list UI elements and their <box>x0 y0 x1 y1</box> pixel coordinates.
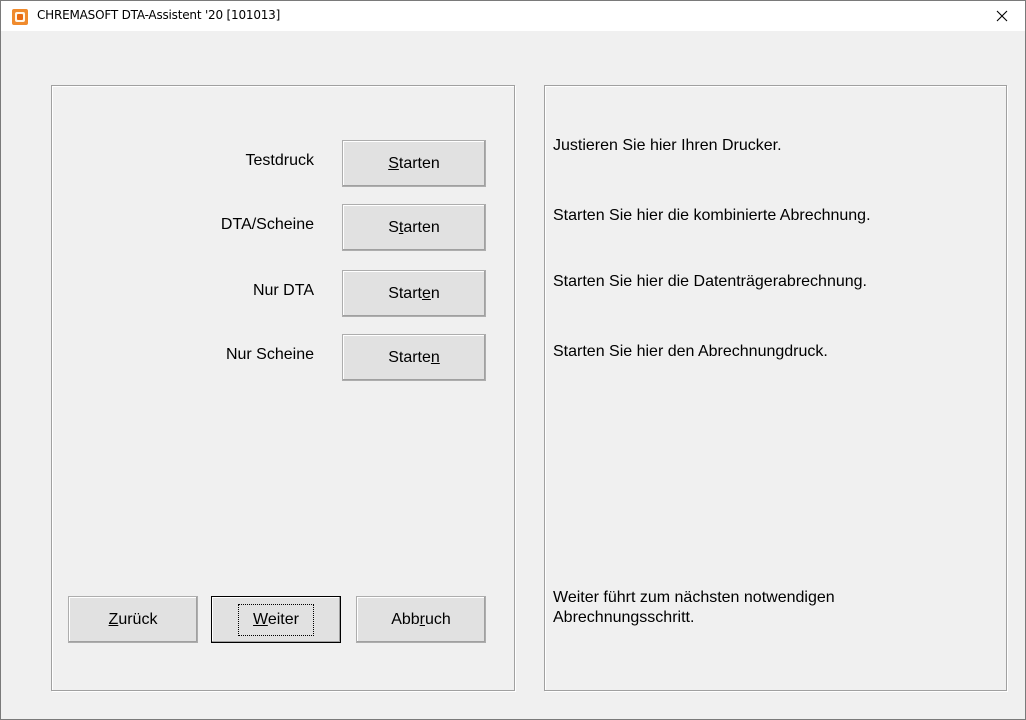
desc-next: Weiter führt zum nächsten notwendigen Ab… <box>553 588 835 628</box>
button-label-accesskey: e <box>421 284 431 302</box>
button-label: arten <box>403 218 440 236</box>
button-label-accesskey: n <box>430 348 440 366</box>
row-label-nur-dta: Nur DTA <box>252 282 314 299</box>
button-label: urück <box>118 610 158 628</box>
close-icon <box>996 10 1008 22</box>
description-panel: Justieren Sie hier Ihren Drucker. Starte… <box>544 85 1007 691</box>
button-label: n <box>430 284 440 302</box>
cancel-button[interactable]: Abb r uch <box>356 596 486 643</box>
start-dta-scheine-button[interactable]: St arten <box>342 204 486 251</box>
row-label-testdruck: Testdruck <box>245 152 314 169</box>
row-label-dta-scheine: DTA/Scheine <box>220 216 314 233</box>
button-label: S <box>388 218 399 236</box>
title-bar: CHREMASOFT DTA-Assistent '20 [101013] <box>1 1 1025 31</box>
window-title: CHREMASOFT DTA-Assistent '20 [101013] <box>37 8 281 22</box>
start-nur-dta-button[interactable]: Start e n <box>342 270 486 317</box>
row-label-nur-scheine: Nur Scheine <box>225 346 314 363</box>
button-label-accesskey: S <box>388 154 399 172</box>
button-label: eiter <box>267 610 299 628</box>
button-label-accesskey: Z <box>108 610 119 628</box>
start-nur-scheine-button[interactable]: Starte n <box>342 334 486 381</box>
app-icon <box>12 9 28 25</box>
desc-next-line1: Weiter führt zum nächsten notwendigen <box>553 589 835 606</box>
desc-dta-scheine: Starten Sie hier die kombinierte Abrechn… <box>553 207 871 224</box>
button-label: Starte <box>388 348 431 366</box>
desc-nur-dta: Starten Sie hier die Datenträgerabrechnu… <box>553 273 867 290</box>
actions-panel: Testdruck Starten DTA/Scheine St arten Nu… <box>51 85 515 691</box>
desc-nur-scheine: Starten Sie hier den Abrechnungdruck. <box>553 343 828 360</box>
button-label: Start <box>388 284 422 302</box>
desc-testdruck: Justieren Sie hier Ihren Drucker. <box>553 137 782 154</box>
back-button[interactable]: Zurück <box>68 596 198 643</box>
start-testdruck-button[interactable]: Starten <box>342 140 486 187</box>
dialog-window: CHREMASOFT DTA-Assistent '20 [101013] Te… <box>0 0 1026 720</box>
button-label: uch <box>425 610 451 628</box>
desc-next-line2: Abrechnungsschritt. <box>553 609 695 626</box>
close-button[interactable] <box>979 1 1025 31</box>
button-label: Abb <box>391 610 420 628</box>
button-label: tarten <box>398 154 440 172</box>
next-button[interactable]: Weiter <box>211 596 341 643</box>
button-label-accesskey: W <box>253 610 268 628</box>
focus-rect: Weiter <box>238 603 314 636</box>
